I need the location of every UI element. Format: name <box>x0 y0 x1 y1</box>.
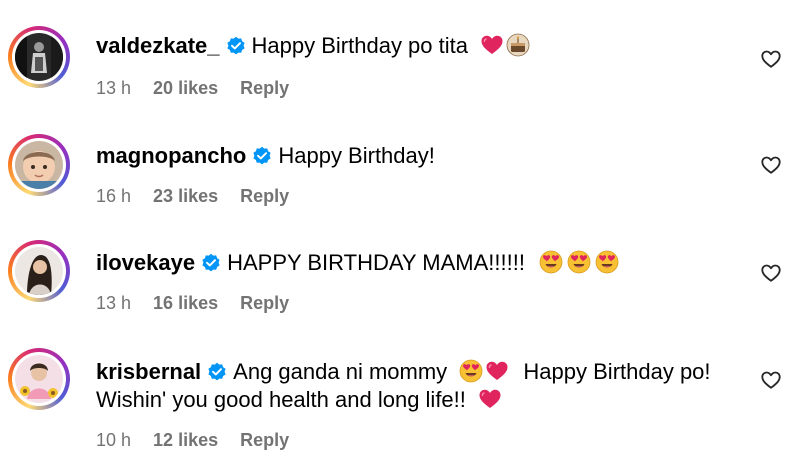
verified-badge-icon <box>201 253 221 273</box>
avatar-story-ring[interactable] <box>8 240 70 302</box>
comment-username[interactable]: magnopancho <box>96 143 246 168</box>
heart-eyes-icon <box>567 250 591 274</box>
avatar-story-ring[interactable] <box>8 26 70 88</box>
heart-eyes-icon <box>539 250 563 274</box>
cake-icon <box>506 33 530 57</box>
avatar-image <box>15 247 63 295</box>
comment-meta: 10 h 12 likes Reply <box>96 430 311 451</box>
reply-button[interactable]: Reply <box>240 293 289 314</box>
reply-button[interactable]: Reply <box>240 430 289 451</box>
comment-time[interactable]: 13 h <box>96 293 131 314</box>
red-heart-icon <box>485 359 509 383</box>
avatar[interactable] <box>15 355 63 403</box>
verified-badge-icon <box>226 36 246 56</box>
avatar-story-ring[interactable] <box>8 348 70 410</box>
comment-text-line2: Wishin' you good health and long life!! <box>96 387 466 412</box>
like-heart-outline-icon[interactable] <box>760 154 782 176</box>
reply-button[interactable]: Reply <box>240 186 289 207</box>
heart-eyes-icon <box>459 359 483 383</box>
comment-likes[interactable]: 12 likes <box>153 430 218 451</box>
comment-time[interactable]: 13 h <box>96 78 131 99</box>
comment-time[interactable]: 10 h <box>96 430 131 451</box>
avatar-story-ring[interactable] <box>8 134 70 196</box>
comment-time[interactable]: 16 h <box>96 186 131 207</box>
verified-badge-icon <box>207 362 227 382</box>
avatar-image <box>15 355 63 403</box>
avatar[interactable] <box>15 247 63 295</box>
comment-text: Happy Birthday po tita <box>251 33 468 58</box>
comment-likes[interactable]: 16 likes <box>153 293 218 314</box>
comment-line: krisbernal Ang ganda ni mommy Happy Birth… <box>96 358 711 386</box>
like-heart-outline-icon[interactable] <box>760 48 782 70</box>
avatar[interactable] <box>15 141 63 189</box>
comment-meta: 13 h 20 likes Reply <box>96 78 311 99</box>
comment-text-continued: Happy Birthday po! <box>523 359 711 384</box>
red-heart-icon <box>480 33 504 57</box>
comment-text: HAPPY BIRTHDAY MAMA!!!!!! <box>227 250 525 275</box>
comment-line-2: Wishin' you good health and long life!! <box>96 386 502 414</box>
comment-text: Happy Birthday! <box>278 143 435 168</box>
avatar-image <box>15 33 63 81</box>
avatar-image <box>15 141 63 189</box>
comment-line: valdezkate_ Happy Birthday po tita <box>96 32 530 60</box>
comment-username[interactable]: ilovekaye <box>96 250 195 275</box>
comment-likes[interactable]: 23 likes <box>153 186 218 207</box>
comment-username[interactable]: krisbernal <box>96 359 201 384</box>
comment-meta: 13 h 16 likes Reply <box>96 293 311 314</box>
red-heart-icon <box>478 387 502 411</box>
verified-badge-icon <box>252 146 272 166</box>
comment-meta: 16 h 23 likes Reply <box>96 186 311 207</box>
comment-username[interactable]: valdezkate_ <box>96 33 220 58</box>
like-heart-outline-icon[interactable] <box>760 369 782 391</box>
heart-eyes-icon <box>595 250 619 274</box>
like-heart-outline-icon[interactable] <box>760 262 782 284</box>
avatar[interactable] <box>15 33 63 81</box>
comment-likes[interactable]: 20 likes <box>153 78 218 99</box>
comment-text: Ang ganda ni mommy <box>233 359 448 384</box>
reply-button[interactable]: Reply <box>240 78 289 99</box>
comment-line: ilovekaye HAPPY BIRTHDAY MAMA!!!!!! <box>96 249 619 277</box>
comment-line: magnopancho Happy Birthday! <box>96 142 435 170</box>
